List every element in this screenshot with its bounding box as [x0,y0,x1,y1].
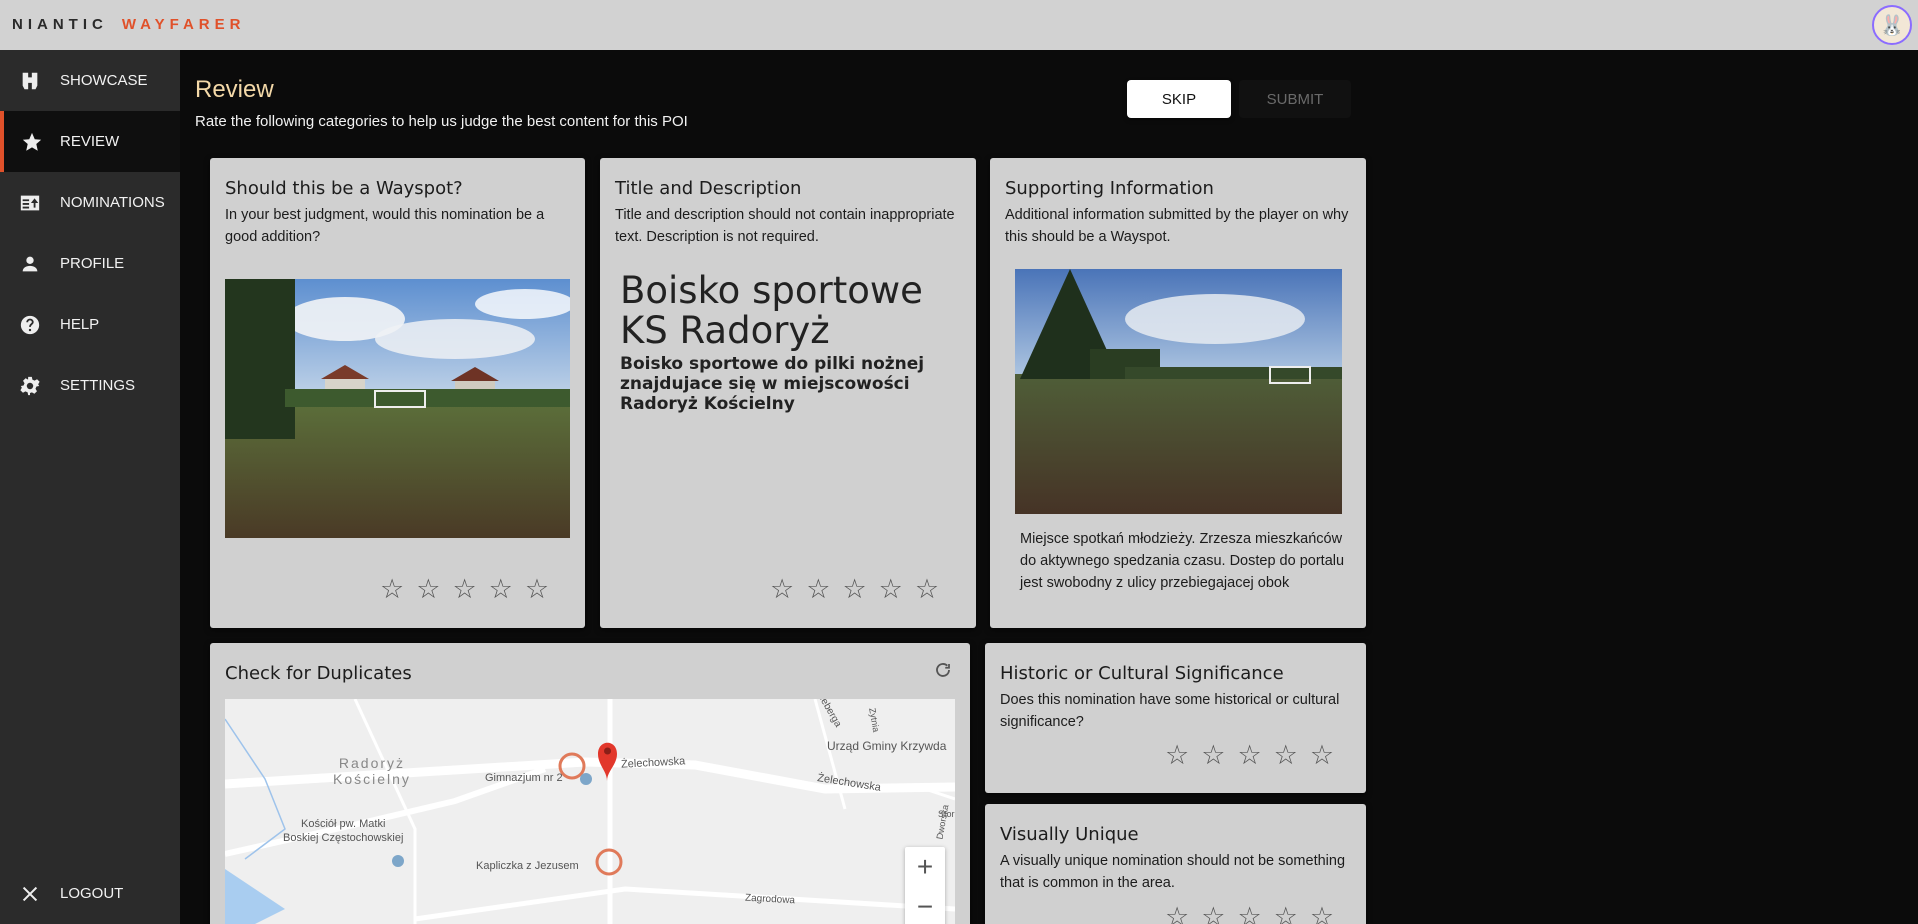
rating-star[interactable]: ☆ [1201,742,1225,769]
poi-description: Boisko sportowe do pilki nożnej znajduja… [620,354,925,414]
rating-star[interactable]: ☆ [806,576,830,603]
sidebar-item-review[interactable]: REVIEW [0,111,180,172]
rating-star[interactable]: ☆ [452,576,476,603]
sidebar-item-label: REVIEW [60,133,120,150]
wayfarer-logo[interactable]: NIANTIC WAYFARER [12,16,245,33]
rating-star[interactable]: ☆ [1310,904,1334,924]
star-icon [4,131,60,153]
rating-star[interactable]: ☆ [1201,904,1225,924]
avatar[interactable]: 🐰 [1872,5,1912,45]
refresh-icon[interactable] [934,661,952,679]
card-description: In your best judgment, would this nomina… [225,207,545,245]
supporting-text: Miejsce spotkań młodzieży. Zrzesza miesz… [1020,531,1345,591]
sidebar-item-label: PROFILE [60,255,125,272]
help-icon [0,314,60,336]
card-title: Supporting Information [1005,178,1214,199]
poi-title: Boisko sportowe KS Radoryż [620,269,923,352]
zoom-in-button[interactable]: + [905,847,945,887]
sidebar-item-profile[interactable]: PROFILE [0,233,180,294]
sidebar-item-settings[interactable]: SETTINGS [0,355,180,416]
card-description: A visually unique nomination should not … [1000,853,1346,891]
page-title: Review [195,76,274,103]
rating-star[interactable]: ☆ [525,576,549,603]
rating-star[interactable]: ☆ [1274,742,1298,769]
sidebar-item-label: NOMINATIONS [60,194,165,211]
title-rating: ☆ ☆ ☆ ☆ ☆ [770,576,939,603]
supporting-photo[interactable] [1015,269,1342,514]
map-label-school: Gimnazjum nr 2 [485,772,563,784]
card-description: Title and description should not contain… [615,207,955,245]
sidebar-item-label: SHOWCASE [60,72,148,89]
rating-star[interactable]: ☆ [770,576,794,603]
person-icon [0,253,60,275]
binoculars-icon [0,70,60,92]
rating-star[interactable]: ☆ [1310,742,1334,769]
card-title: Check for Duplicates [225,663,412,684]
top-bar: NIANTIC WAYFARER 🐰 [0,0,1918,50]
visually-unique-card: Visually Unique A visually unique nomina… [985,804,1366,924]
rating-star[interactable]: ☆ [1165,904,1189,924]
map-label-chapel: Kapliczka z Jezusem [476,860,579,872]
logout-button[interactable]: LOGOUT [0,863,180,924]
main-content: Review Rate the following categories to … [180,50,1900,924]
sidebar-item-showcase[interactable]: SHOWCASE [0,50,180,111]
rating-star[interactable]: ☆ [380,576,404,603]
card-title: Title and Description [615,178,802,199]
sidebar: SHOWCASE REVIEW NOMINATIONS PROFILE HELP… [0,50,180,924]
logo-wayfarer: WAYFARER [121,16,246,33]
card-title: Historic or Cultural Significance [1000,663,1284,684]
sidebar-item-label: HELP [60,316,100,333]
duplicates-map[interactable]: Radoryż Kościelny Gimnazjum nr 2 Żelecho… [225,699,955,924]
title-description-card: Title and Description Title and descript… [600,158,976,628]
rating-star[interactable]: ☆ [842,576,866,603]
map-label-street: Stor [938,809,955,819]
wayspot-card: Should this be a Wayspot? In your best j… [210,158,585,628]
card-title: Visually Unique [1000,824,1139,845]
map-label-village: Radoryż Kościelny [333,755,411,787]
close-icon [0,883,60,905]
rating-star[interactable]: ☆ [915,576,939,603]
logo-niantic: NIANTIC [12,16,108,33]
rating-star[interactable]: ☆ [489,576,513,603]
map-label-office: Urząd Gminy Krzywda [827,739,947,753]
wayspot-rating: ☆ ☆ ☆ ☆ ☆ [380,576,549,603]
rating-star[interactable]: ☆ [1274,904,1298,924]
rating-star[interactable]: ☆ [1237,904,1261,924]
historic-card: Historic or Cultural Significance Does t… [985,643,1366,793]
sidebar-item-label: SETTINGS [60,377,136,394]
duplicates-card: Check for Duplicates Radoryż Kościelny G… [210,643,970,924]
rating-star[interactable]: ☆ [416,576,440,603]
rating-star[interactable]: ☆ [1165,742,1189,769]
nominations-icon [0,192,60,214]
supporting-info-card: Supporting Information Additional inform… [990,158,1366,628]
skip-button[interactable]: SKIP [1127,80,1231,118]
card-title: Should this be a Wayspot? [225,178,463,199]
historic-rating: ☆ ☆ ☆ ☆ ☆ [1165,742,1334,769]
unique-rating: ☆ ☆ ☆ ☆ ☆ [1165,904,1334,924]
zoom-out-button[interactable]: − [905,887,945,924]
submit-button[interactable]: SUBMIT [1239,80,1351,118]
nomination-photo[interactable] [225,279,570,538]
map-zoom-controls: + − [905,847,945,924]
map-label-church: Kościół pw. Matki Boskiej Częstochowskie… [283,818,404,844]
card-description: Does this nomination have some historica… [1000,692,1340,730]
sidebar-item-nominations[interactable]: NOMINATIONS [0,172,180,233]
page-subtitle: Rate the following categories to help us… [195,113,688,130]
rating-star[interactable]: ☆ [1237,742,1261,769]
logout-label: LOGOUT [60,885,124,902]
sidebar-item-help[interactable]: HELP [0,294,180,355]
rating-star[interactable]: ☆ [879,576,903,603]
card-description: Additional information submitted by the … [1005,207,1349,245]
gear-icon [0,375,60,397]
